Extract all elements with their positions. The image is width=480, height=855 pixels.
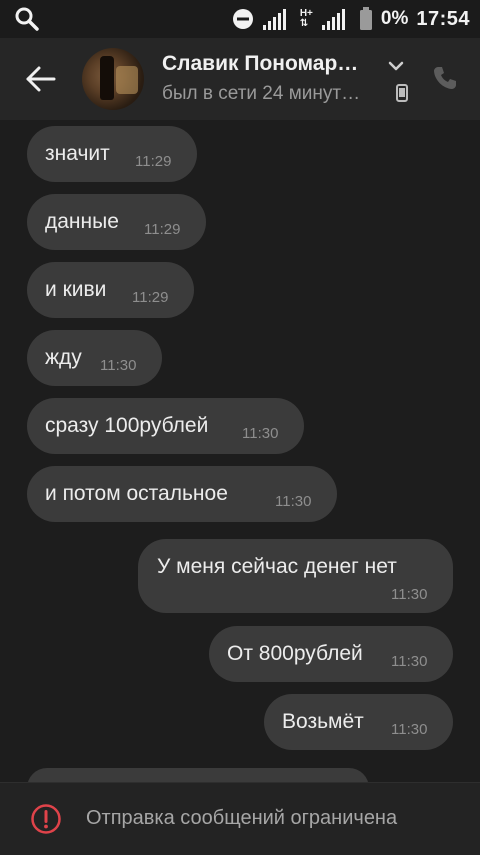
battery-icon	[359, 7, 372, 30]
message-text: Возьмёт	[282, 710, 364, 733]
outgoing-message[interactable]: От 800рублей 11:30	[209, 626, 453, 682]
message-time: 11:29	[144, 221, 181, 238]
message-time: 11:30	[391, 721, 428, 738]
chevron-down-icon[interactable]	[388, 60, 404, 72]
incoming-message[interactable]: и киви 11:29	[27, 262, 194, 318]
incoming-message[interactable]: и потом остальное 11:30	[27, 466, 337, 522]
message-text: От 800рублей	[227, 642, 363, 665]
message-time: 11:29	[135, 153, 172, 170]
alert-circle-icon	[31, 804, 61, 834]
do-not-disturb-icon	[232, 9, 253, 29]
message-text: сразу 100рублей	[45, 414, 209, 437]
message-text: У меня сейчас денег нет	[157, 555, 397, 578]
avatar[interactable]	[82, 48, 144, 110]
incoming-message[interactable]: данные 11:29	[27, 194, 206, 250]
network-type-label: H+ ⇅	[299, 8, 313, 29]
incoming-message[interactable]: значит 11:29	[27, 126, 197, 182]
clock: 17:54	[416, 7, 470, 30]
message-list[interactable]: значит 11:29 данные 11:29 и киви 11:29 ж…	[0, 120, 480, 808]
back-arrow-icon[interactable]	[24, 62, 58, 96]
message-text: данные	[45, 210, 119, 233]
status-icons: H+ ⇅ 0% 17:54	[232, 0, 470, 38]
signal-icon	[262, 9, 286, 30]
message-text: жду	[45, 346, 82, 369]
search-icon[interactable]	[14, 6, 40, 32]
battery-percent: 0%	[380, 8, 409, 29]
restriction-banner: Отправка сообщений ограничена	[0, 782, 480, 855]
signal-icon	[321, 9, 345, 30]
message-text: и потом остальное	[45, 482, 228, 505]
contact-name[interactable]: Славик Пономар…	[162, 52, 358, 76]
message-time: 11:30	[275, 493, 312, 510]
outgoing-message[interactable]: Возьмёт 11:30	[264, 694, 453, 750]
message-text: и киви	[45, 278, 107, 301]
last-seen-status: был в сети 24 минут…	[162, 83, 361, 104]
message-time: 11:30	[242, 425, 279, 442]
status-bar: H+ ⇅ 0% 17:54	[0, 0, 480, 38]
message-time: 11:30	[100, 357, 137, 374]
outgoing-message[interactable]: У меня сейчас денег нет 11:30	[138, 539, 453, 613]
phone-icon[interactable]	[430, 63, 460, 93]
incoming-message[interactable]: жду 11:30	[27, 330, 162, 386]
restriction-text: Отправка сообщений ограничена	[86, 807, 398, 829]
message-text: значит	[45, 142, 110, 165]
message-time: 11:30	[391, 653, 428, 670]
message-time: 11:29	[132, 289, 169, 306]
mobile-device-icon	[396, 84, 408, 102]
message-time: 11:30	[391, 586, 428, 603]
incoming-message[interactable]: сразу 100рублей 11:30	[27, 398, 304, 454]
chat-header: Славик Пономар… был в сети 24 минут…	[0, 38, 480, 120]
